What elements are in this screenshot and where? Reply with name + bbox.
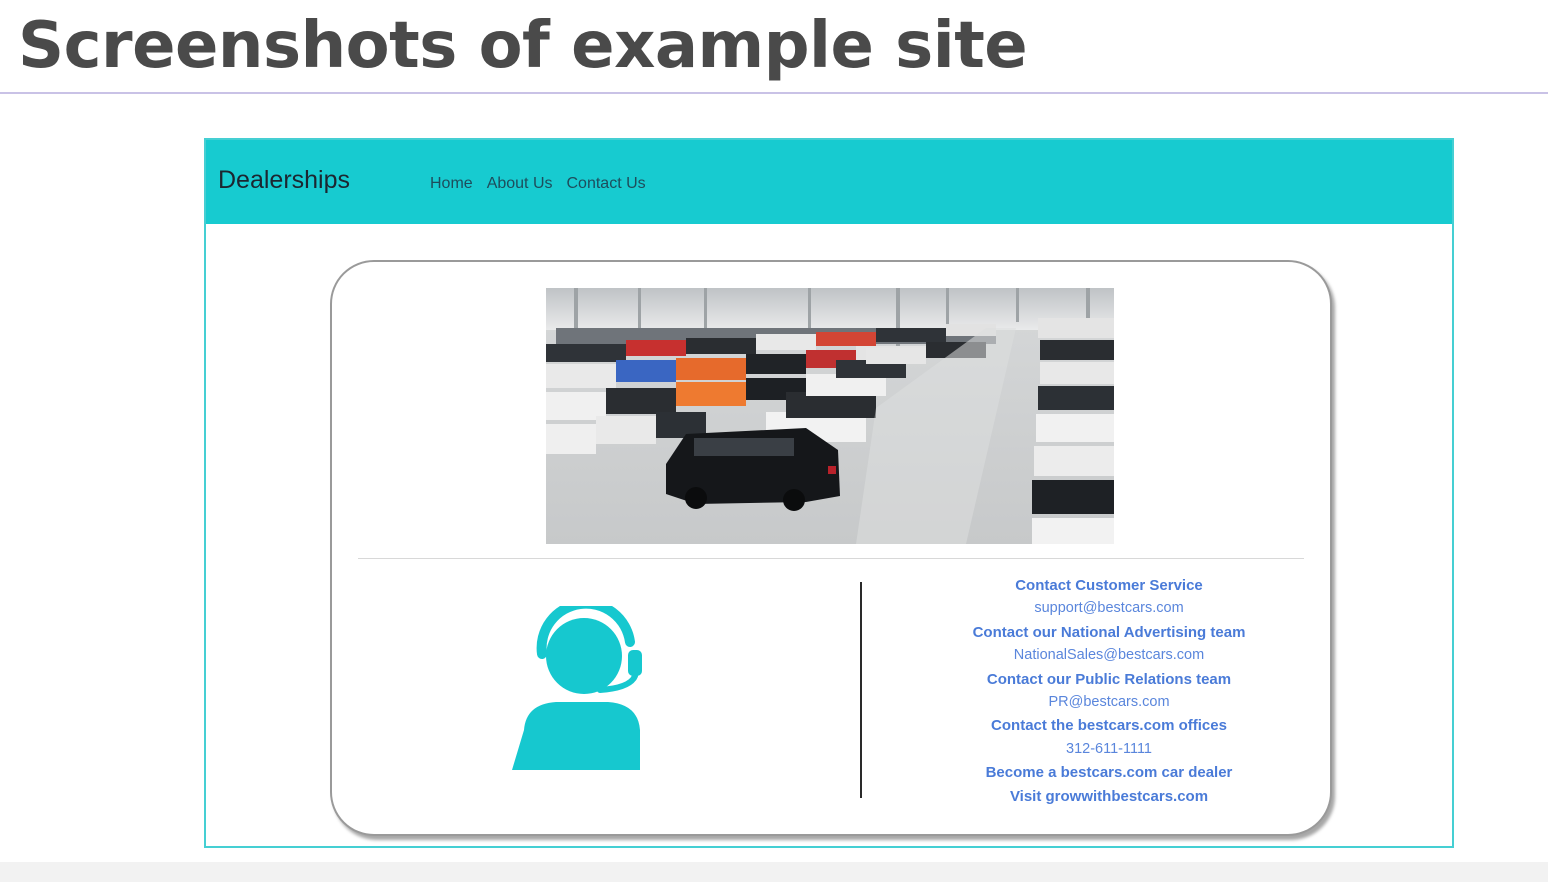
support-email-link[interactable]: support@bestcars.com — [892, 597, 1326, 620]
pr-email-link[interactable]: PR@bestcars.com — [892, 691, 1326, 714]
contact-public-relations: Contact our Public Relations team — [986, 670, 1232, 688]
contact-card: Contact Customer Service support@bestcar… — [330, 260, 1332, 836]
vertical-separator — [860, 582, 862, 798]
site-screenshot: Dealerships Home About Us Contact Us Con… — [204, 138, 1454, 848]
contact-customer-service: Contact Customer Service — [1015, 577, 1203, 594]
contact-offices: Contact the bestcars.com offices — [991, 717, 1227, 735]
showroom-photo — [546, 288, 1114, 544]
slide: Screenshots of example site Dealerships … — [0, 0, 1548, 882]
customer-support-icon — [512, 598, 652, 774]
nav-link-home[interactable]: Home — [430, 175, 473, 193]
grow-with-bestcars-link[interactable]: Visit growwithbestcars.com — [892, 785, 1326, 808]
contact-national-advertising: Contact our National Advertising team — [972, 623, 1246, 641]
site-brand[interactable]: Dealerships — [218, 166, 350, 195]
slide-title: Screenshots of example site — [18, 9, 1028, 83]
title-underline — [0, 92, 1548, 94]
nav-link-contact-us[interactable]: Contact Us — [567, 175, 646, 193]
become-dealer-heading: Become a bestcars.com car dealer — [985, 764, 1233, 782]
nav-link-about-us[interactable]: About Us — [487, 175, 553, 193]
contact-list: Contact Customer Service support@bestcar… — [892, 574, 1326, 808]
office-phone[interactable]: 312-611-1111 — [892, 738, 1326, 761]
nav-links: Home About Us Contact Us — [430, 175, 646, 193]
site-navbar: Dealerships Home About Us Contact Us — [206, 140, 1452, 224]
bottom-band — [0, 862, 1548, 882]
national-sales-email-link[interactable]: NationalSales@bestcars.com — [892, 644, 1326, 667]
card-divider — [358, 558, 1304, 559]
